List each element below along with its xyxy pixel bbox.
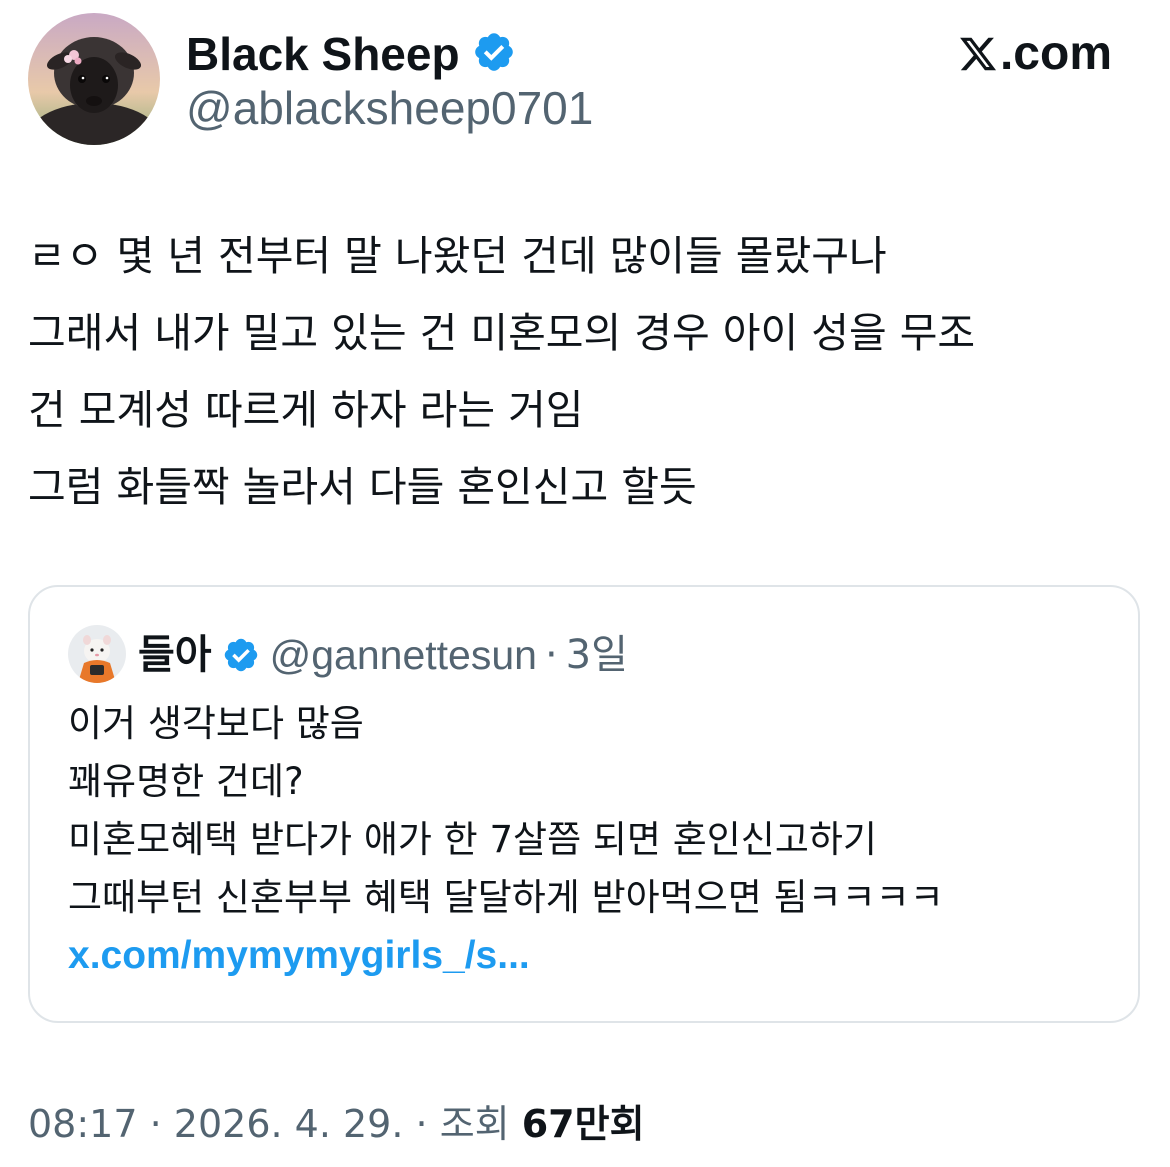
quoted-tweet-line: 꽤유명한 건데? (68, 760, 304, 803)
views-number: 67 (521, 1102, 575, 1146)
tweet-date[interactable]: 2026. 4. 29. (174, 1102, 404, 1146)
tweet-line: 그래서 내가 밀고 있는 건 미혼모의 경우 아이 성을 무조 (28, 309, 976, 357)
author-display-name[interactable]: Black Sheep (186, 26, 460, 82)
separator-dot: · (415, 1102, 428, 1146)
quoted-tweet-line: 이거 생각보다 많음 (68, 702, 364, 745)
views-unit: 만회 (574, 1102, 645, 1146)
quoted-author-avatar[interactable] (68, 625, 126, 683)
quoted-tweet-line: 그때부턴 신혼부부 혜택 달달하게 받아먹으면 됨ㅋㅋㅋㅋ (68, 876, 944, 919)
quoted-author-name[interactable]: 들아 (138, 627, 212, 683)
quoted-author-handle[interactable]: @gannettesun (270, 627, 537, 683)
views-count[interactable]: 67만회 (522, 1102, 645, 1146)
quoted-tweet-link[interactable]: x.com/mymymygirls_/s... (68, 927, 1118, 985)
quoted-tweet-line: 미혼모혜택 받다가 애가 한 7살쯤 되면 혼인신고하기 (68, 818, 877, 861)
tweet-time[interactable]: 08:17 (28, 1102, 138, 1146)
author-handle[interactable]: @ablacksheep0701 (186, 80, 593, 136)
tweet-body: ㄹㅇ 몇 년 전부터 말 나왔던 건데 많이들 몰랐구나 그래서 내가 밀고 있… (28, 218, 1148, 526)
site-branding: .com (958, 24, 1112, 84)
tweet-line: 건 모계성 따르게 하자 라는 거임 (28, 386, 584, 434)
quoted-tweet-time[interactable]: 3일 (566, 627, 628, 683)
x-logo-icon (960, 37, 997, 71)
separator-dot: · (149, 1102, 162, 1146)
tweet-meta: 08:17 · 2026. 4. 29. · 조회 67만회 (28, 1098, 645, 1150)
hamster-avatar-icon (68, 625, 126, 683)
separator-dot: · (544, 632, 558, 678)
quoted-tweet-body: 이거 생각보다 많음 꽤유명한 건데? 미혼모혜택 받다가 애가 한 7살쯤 되… (68, 695, 1118, 985)
tweet-line: ㄹㅇ 몇 년 전부터 말 나왔던 건데 많이들 몰랐구나 (28, 232, 887, 280)
black-sheep-avatar-icon (28, 13, 160, 145)
quoted-tweet-card[interactable]: 들아 @gannettesun · 3일 이거 생각보다 많음 꽤유명한 건데?… (28, 585, 1140, 1023)
verified-badge-icon (475, 33, 513, 71)
views-label: 조회 (439, 1102, 510, 1146)
site-domain-label: .com (999, 27, 1112, 80)
verified-badge-icon (224, 638, 257, 672)
quoted-tweet-header: 들아 @gannettesun · 3일 (138, 627, 628, 683)
tweet-line: 그럼 화들짝 놀라서 다들 혼인신고 할듯 (28, 463, 697, 511)
author-avatar[interactable] (28, 13, 160, 145)
